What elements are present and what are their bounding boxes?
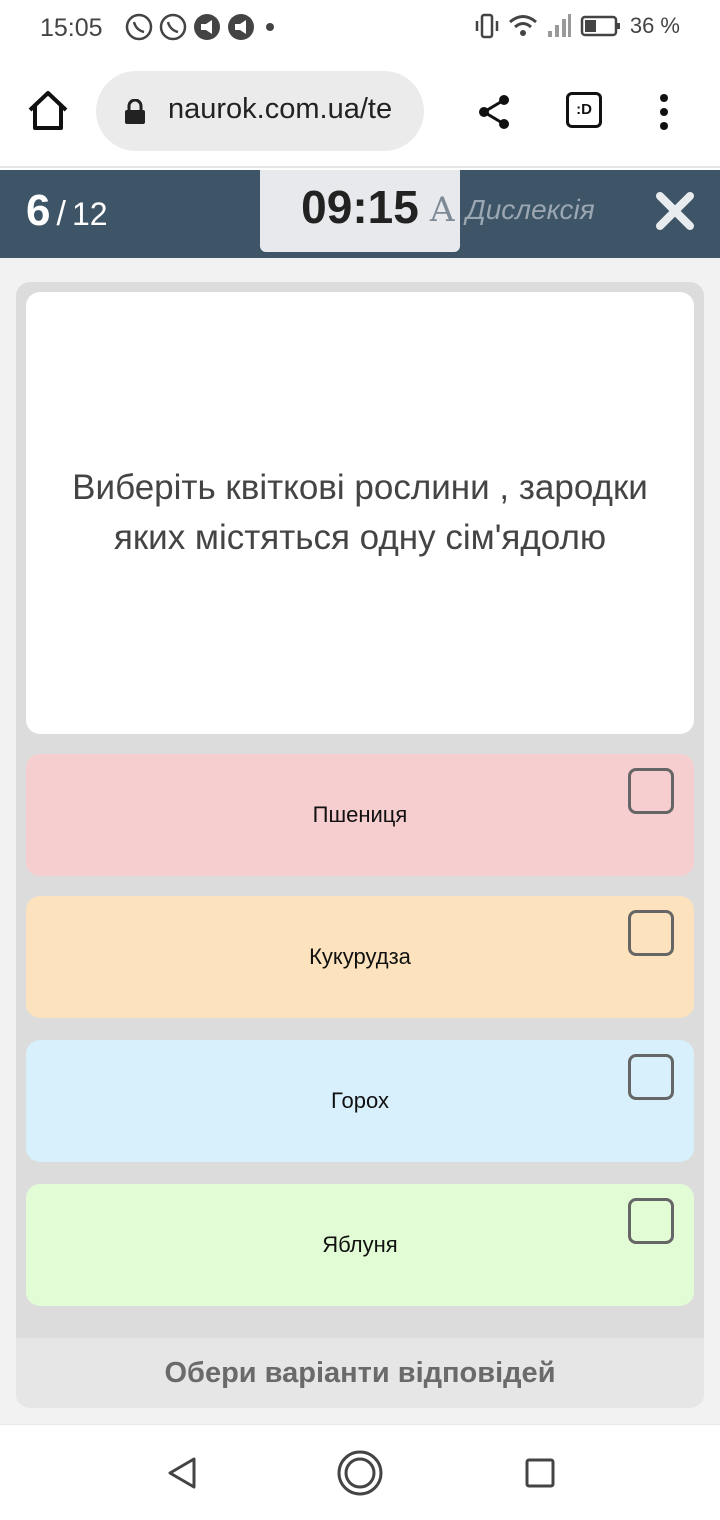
answer-option[interactable]: Пшениця: [26, 754, 694, 876]
notification-icons: [124, 12, 280, 42]
home-icon[interactable]: [24, 86, 72, 134]
notification-icon: [228, 14, 254, 40]
status-bar: 15:05 36 %: [0, 0, 720, 58]
viber-icon: [159, 13, 187, 41]
viber-icon: [125, 13, 153, 41]
lock-icon: [125, 99, 145, 124]
notification-icon: [194, 14, 220, 40]
question-separator: /: [56, 195, 66, 233]
quiz-header: 6/12 09:15 A Дислексія: [0, 170, 720, 258]
answer-checkbox[interactable]: [628, 910, 674, 956]
answer-label: Кукурудза: [309, 944, 411, 969]
dot-icon: [266, 23, 274, 31]
answer-label: Яблуня: [322, 1232, 398, 1257]
question-counter: 6/12: [26, 186, 108, 236]
url-text: naurok.com.ua/te: [168, 93, 393, 125]
answer-option[interactable]: Яблуня: [26, 1184, 694, 1306]
timer-text: 09:15: [301, 181, 419, 233]
dyslexia-icon[interactable]: A: [430, 190, 455, 230]
browser-toolbar: naurok.com.ua/te :D: [0, 58, 720, 168]
share-icon[interactable]: [474, 92, 514, 132]
vibrate-icon: [475, 13, 499, 39]
close-icon[interactable]: [652, 188, 698, 234]
answer-option[interactable]: Горох: [26, 1040, 694, 1162]
answer-checkbox[interactable]: [628, 768, 674, 814]
instruction-bar: Обери варіанти відповідей: [16, 1338, 704, 1408]
url-bar[interactable]: naurok.com.ua/te: [96, 71, 424, 151]
question-total: 12: [71, 196, 108, 232]
answer-option[interactable]: Кукурудза: [26, 896, 694, 1018]
answer-checkbox[interactable]: [628, 1198, 674, 1244]
more-menu-icon[interactable]: [650, 92, 678, 132]
answer-label: Пшениця: [312, 802, 408, 827]
answer-checkbox[interactable]: [628, 1054, 674, 1100]
system-icons: 36 %: [474, 12, 680, 40]
question-text: Виберіть квіткові рослини , зародки яких…: [72, 468, 648, 557]
home-circle-icon[interactable]: [336, 1449, 384, 1497]
recent-apps-icon[interactable]: [524, 1457, 556, 1489]
question-card: Виберіть квіткові рослини , зародки яких…: [26, 292, 694, 734]
system-nav-bar: [0, 1424, 720, 1520]
wifi-icon: [508, 15, 537, 36]
question-current: 6: [26, 186, 51, 235]
back-icon[interactable]: [162, 1453, 202, 1493]
tab-switcher-button[interactable]: :D: [566, 92, 602, 128]
battery-icon: [580, 15, 620, 37]
instruction-text: Обери варіанти відповідей: [164, 1357, 556, 1389]
dyslexia-toggle[interactable]: Дислексія: [466, 194, 595, 226]
quiz-panel: Виберіть квіткові рослини , зародки яких…: [16, 282, 704, 1408]
answer-label: Горох: [331, 1088, 389, 1113]
signal-icon: [547, 14, 571, 37]
status-time: 15:05: [40, 14, 103, 42]
battery-percent: 36 %: [629, 13, 680, 38]
